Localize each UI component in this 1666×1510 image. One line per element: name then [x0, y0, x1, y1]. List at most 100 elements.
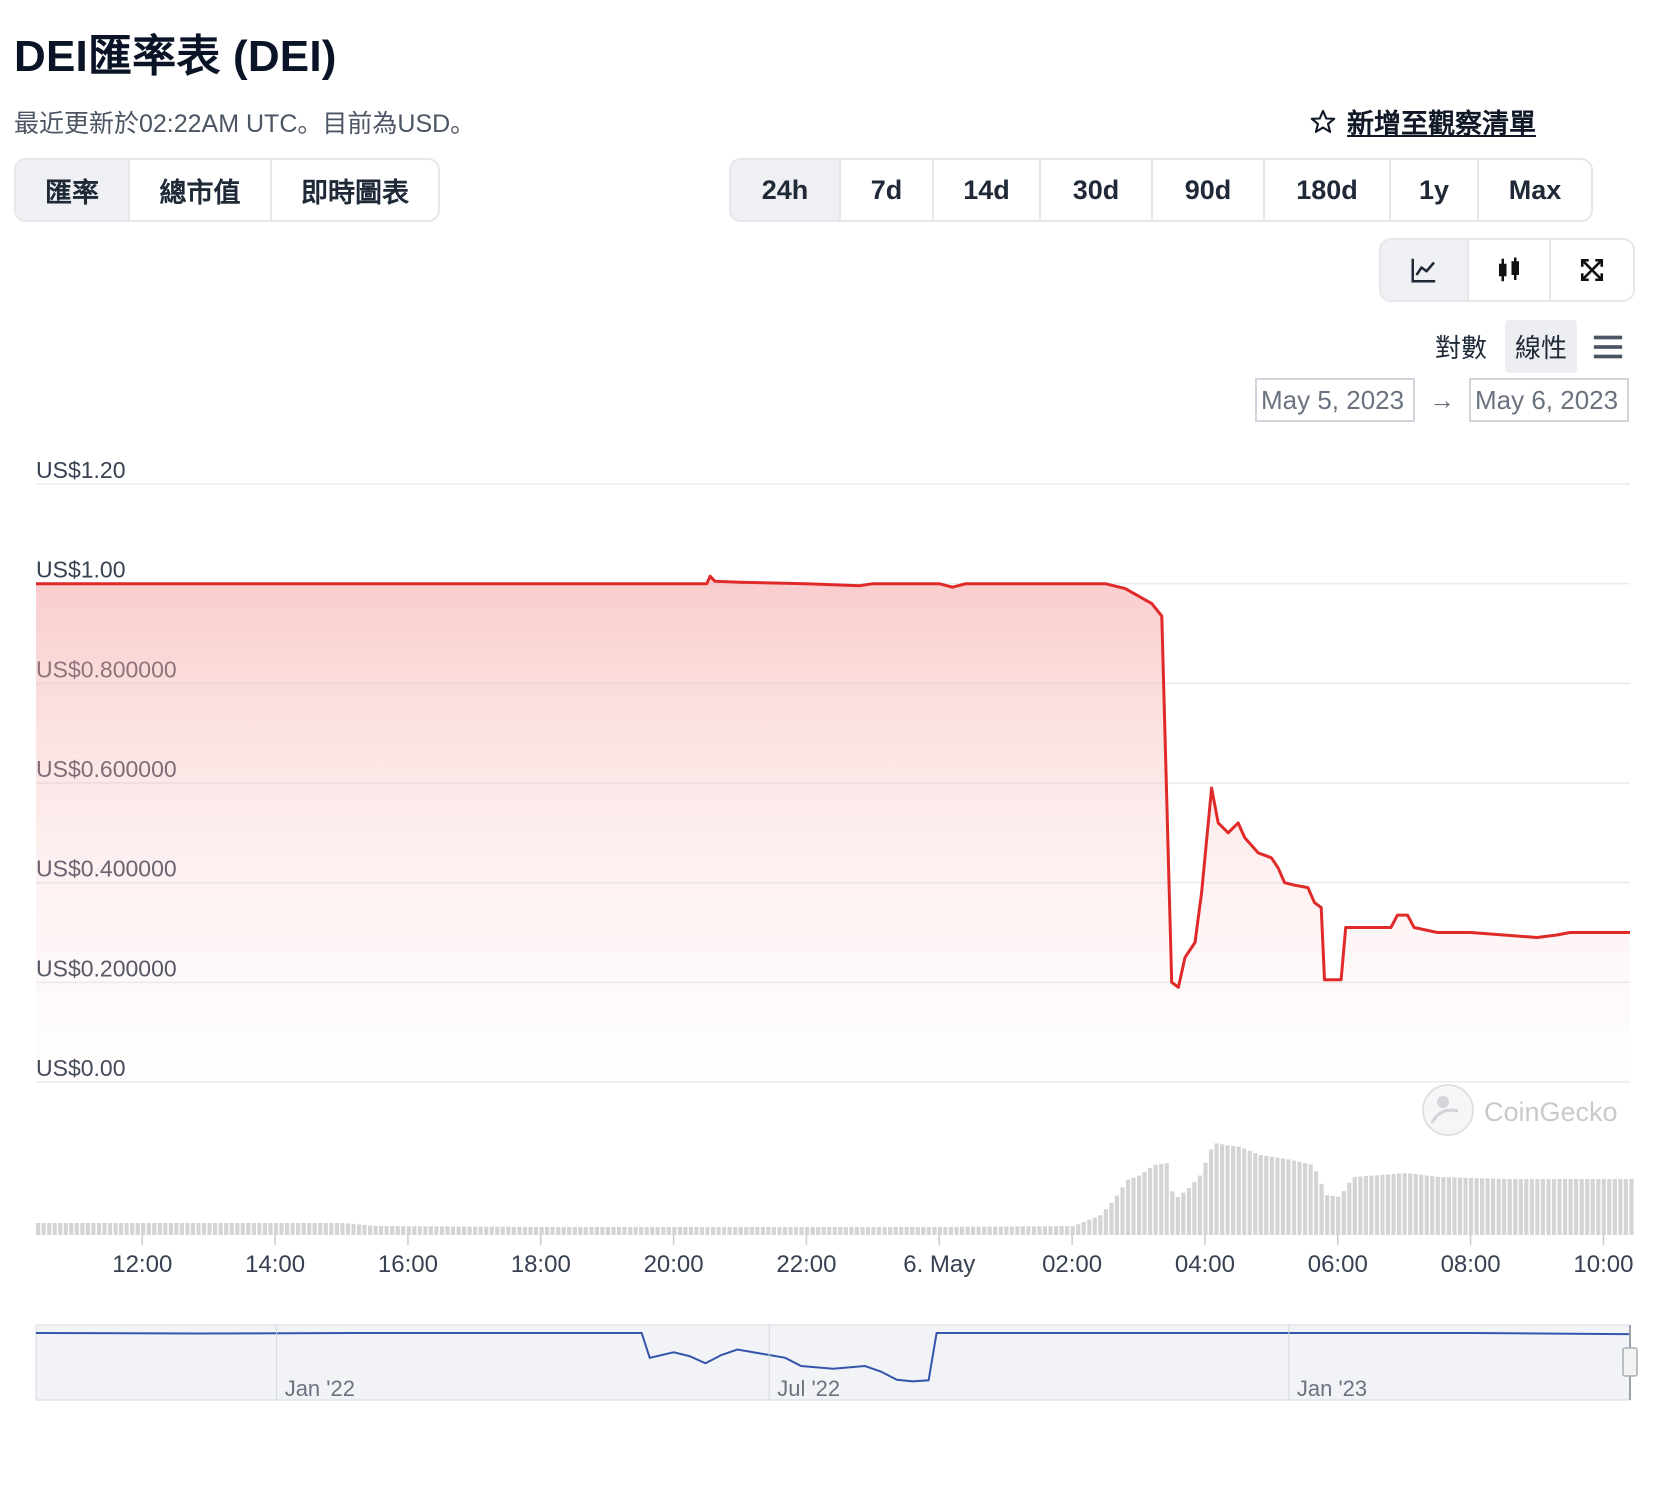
volume-bar	[567, 1227, 572, 1235]
volume-bar	[1380, 1174, 1385, 1235]
candlestick-button[interactable]	[1469, 240, 1551, 300]
volume-bar	[124, 1223, 129, 1235]
volume-bar	[473, 1226, 478, 1235]
volume-bar	[517, 1226, 522, 1235]
hamburger-menu-icon[interactable]	[1591, 330, 1625, 364]
volume-bar	[1153, 1164, 1158, 1235]
volume-bar	[948, 1226, 954, 1235]
volume-bar	[1557, 1179, 1562, 1235]
volume-bar	[1059, 1226, 1064, 1235]
volume-bar	[1120, 1187, 1125, 1235]
volume-bar	[1369, 1175, 1374, 1235]
volume-bar	[141, 1223, 146, 1235]
volume-bar	[711, 1227, 716, 1235]
volume-bar	[1092, 1217, 1097, 1235]
volume-bar	[1314, 1171, 1319, 1235]
watermark-text: CoinGecko	[1484, 1097, 1618, 1127]
volume-bar	[445, 1226, 450, 1235]
tab-live-chart[interactable]: 即時圖表	[272, 160, 438, 220]
volume-bar	[1125, 1179, 1131, 1235]
range-14d[interactable]: 14d	[934, 160, 1041, 220]
volume-bar	[506, 1226, 511, 1235]
volume-bar	[74, 1223, 79, 1235]
chart-type-tabs: 匯率 總市值 即時圖表	[14, 158, 440, 222]
volume-bar	[1170, 1191, 1175, 1235]
volume-bar	[495, 1226, 500, 1235]
range-max[interactable]: Max	[1479, 160, 1591, 220]
volume-bar	[1374, 1175, 1380, 1235]
volume-bar	[484, 1226, 489, 1235]
volume-bar	[1579, 1179, 1584, 1235]
volume-bar	[1352, 1176, 1357, 1235]
volume-bar	[356, 1224, 362, 1235]
scale-toggle: 對數 線性	[1425, 320, 1625, 373]
price-chart[interactable]: US$1.20US$1.00US$0.800000US$0.600000US$0…	[0, 430, 1666, 1510]
page-title: DEI匯率表 (DEI)	[14, 32, 337, 81]
range-1y[interactable]: 1y	[1391, 160, 1479, 220]
star-icon	[1310, 109, 1336, 133]
tab-market-cap[interactable]: 總市值	[130, 160, 272, 220]
range-7d[interactable]: 7d	[841, 160, 934, 220]
volume-bar	[1225, 1145, 1230, 1235]
range-navigator[interactable]: Jan '22 Jul '22 Jan '23	[35, 1324, 1638, 1401]
volume-bar	[1325, 1195, 1330, 1235]
volume-bar	[1540, 1179, 1545, 1235]
range-180d[interactable]: 180d	[1265, 160, 1391, 220]
volume-bar	[1341, 1191, 1346, 1235]
volume-bar	[489, 1226, 494, 1235]
volume-bar	[1347, 1182, 1352, 1235]
range-30d[interactable]: 30d	[1041, 160, 1153, 220]
volume-bar	[771, 1227, 776, 1235]
volume-bar	[1081, 1222, 1086, 1235]
volume-bar	[213, 1223, 218, 1235]
volume-bar	[1446, 1177, 1451, 1235]
volume-bar	[1491, 1178, 1496, 1235]
watchlist-label: 新增至觀察清單	[1347, 109, 1536, 139]
volume-bar	[556, 1227, 561, 1235]
fullscreen-button[interactable]	[1551, 240, 1633, 300]
volume-bar	[412, 1226, 417, 1235]
volume-bar	[36, 1223, 41, 1235]
volume-bar	[1203, 1162, 1208, 1235]
date-from-input[interactable]	[1255, 378, 1415, 422]
volume-bar	[1042, 1226, 1048, 1235]
volume-bar	[899, 1227, 904, 1235]
date-to-input[interactable]	[1469, 378, 1629, 422]
volume-bar	[1242, 1148, 1247, 1235]
volume-bar	[666, 1227, 671, 1235]
volume-bar	[1269, 1156, 1274, 1235]
range-90d[interactable]: 90d	[1153, 160, 1265, 220]
volume-bar	[146, 1223, 151, 1235]
volume-bar	[888, 1227, 893, 1235]
range-24h[interactable]: 24h	[731, 160, 841, 220]
volume-bar	[1485, 1178, 1490, 1235]
volume-bar	[279, 1223, 284, 1235]
volume-bar	[650, 1227, 655, 1235]
volume-bar	[1563, 1179, 1568, 1235]
volume-bar	[1574, 1179, 1579, 1235]
linear-scale-option[interactable]: 線性	[1505, 320, 1578, 373]
add-to-watchlist-link[interactable]: 新增至觀察清單	[1309, 102, 1536, 141]
volume-bar	[871, 1227, 876, 1235]
volume-bar	[943, 1227, 948, 1235]
volume-bar	[727, 1227, 732, 1235]
volume-bar	[1496, 1178, 1501, 1235]
volume-bar	[722, 1227, 727, 1235]
volume-bar	[572, 1227, 577, 1235]
volume-bar	[1452, 1177, 1457, 1235]
volume-bar	[113, 1223, 118, 1235]
volume-bar	[1275, 1157, 1280, 1235]
volume-bar	[312, 1223, 317, 1235]
navigator-handle[interactable]	[1622, 1347, 1638, 1377]
volume-bar	[1148, 1167, 1153, 1235]
volume-bar	[240, 1223, 245, 1235]
volume-bar	[744, 1227, 749, 1235]
line-chart-button[interactable]	[1381, 240, 1469, 300]
volume-bar	[1114, 1195, 1119, 1235]
coingecko-watermark: CoinGecko	[1422, 1084, 1618, 1136]
volume-bar	[545, 1227, 550, 1235]
volume-bar	[190, 1223, 196, 1235]
log-scale-option[interactable]: 對數	[1425, 320, 1497, 373]
tab-price[interactable]: 匯率	[16, 160, 130, 220]
volume-bar	[296, 1223, 301, 1235]
